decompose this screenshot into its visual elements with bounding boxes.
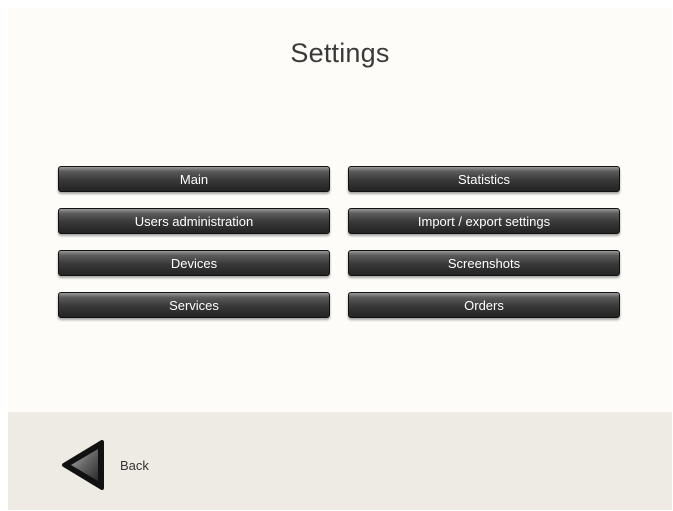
page-title: Settings (290, 38, 390, 68)
devices-button[interactable]: Devices (58, 250, 330, 276)
back-button[interactable]: Back (60, 440, 149, 490)
main-button[interactable]: Main (58, 166, 330, 192)
services-button[interactable]: Services (58, 292, 330, 318)
settings-screen: Settings Main Statistics Users administr… (8, 8, 672, 510)
screenshots-button[interactable]: Screenshots (348, 250, 620, 276)
users-administration-button[interactable]: Users administration (58, 208, 330, 234)
statistics-button[interactable]: Statistics (348, 166, 620, 192)
back-arrow-icon (62, 440, 104, 490)
back-label: Back (120, 457, 149, 473)
import-export-settings-button[interactable]: Import / export settings (348, 208, 620, 234)
orders-button[interactable]: Orders (348, 292, 620, 318)
settings-menu: Main Statistics Users administration Imp… (58, 166, 620, 318)
footer-bar: Back (8, 412, 672, 510)
